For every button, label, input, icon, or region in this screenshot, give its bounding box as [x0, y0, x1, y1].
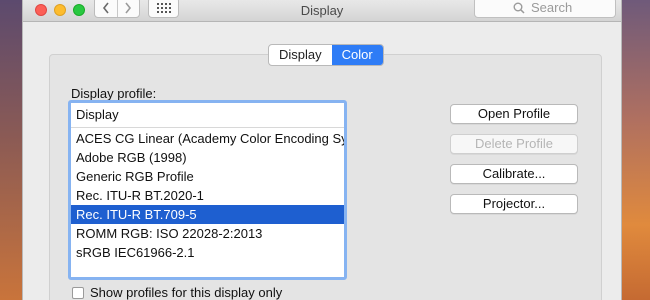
desktop-background-left: [0, 0, 22, 300]
show-profiles-label: Show profiles for this display only: [90, 285, 283, 300]
search-input[interactable]: [531, 0, 577, 15]
search-icon: [513, 2, 525, 14]
profile-list[interactable]: Display ACES CG Linear (Academy Color En…: [68, 100, 347, 280]
show-profiles-option: Show profiles for this display only: [72, 285, 282, 300]
title-bar: Display: [23, 0, 621, 22]
delete-profile-button[interactable]: Delete Profile: [450, 134, 578, 154]
display-preferences-window: Display Display Color Display profile: D…: [22, 0, 622, 300]
profile-item-adobe-rgb[interactable]: Adobe RGB (1998): [71, 148, 344, 167]
pane-tabs: Display Color: [268, 44, 384, 66]
search-field[interactable]: [474, 0, 616, 18]
calibrate-button[interactable]: Calibrate...: [450, 164, 578, 184]
profile-item-romm-rgb[interactable]: ROMM RGB: ISO 22028-2:2013: [71, 224, 344, 243]
profile-item-generic-rgb[interactable]: Generic RGB Profile: [71, 167, 344, 186]
show-profiles-checkbox[interactable]: [72, 286, 84, 299]
display-profile-label: Display profile:: [71, 86, 157, 101]
profile-item-bt2020[interactable]: Rec. ITU-R BT.2020-1: [71, 186, 344, 205]
profile-item-aces[interactable]: ACES CG Linear (Academy Color Encoding S…: [71, 129, 344, 148]
profile-list-header[interactable]: Display: [71, 103, 344, 128]
tab-color[interactable]: Color: [331, 45, 383, 65]
desktop-background-right: [622, 0, 650, 300]
profile-item-srgb[interactable]: sRGB IEC61966-2.1: [71, 243, 344, 262]
projector-button[interactable]: Projector...: [450, 194, 578, 214]
profile-item-bt709-selected[interactable]: Rec. ITU-R BT.709-5: [71, 205, 344, 224]
open-profile-button[interactable]: Open Profile: [450, 104, 578, 124]
tab-display[interactable]: Display: [269, 45, 332, 65]
